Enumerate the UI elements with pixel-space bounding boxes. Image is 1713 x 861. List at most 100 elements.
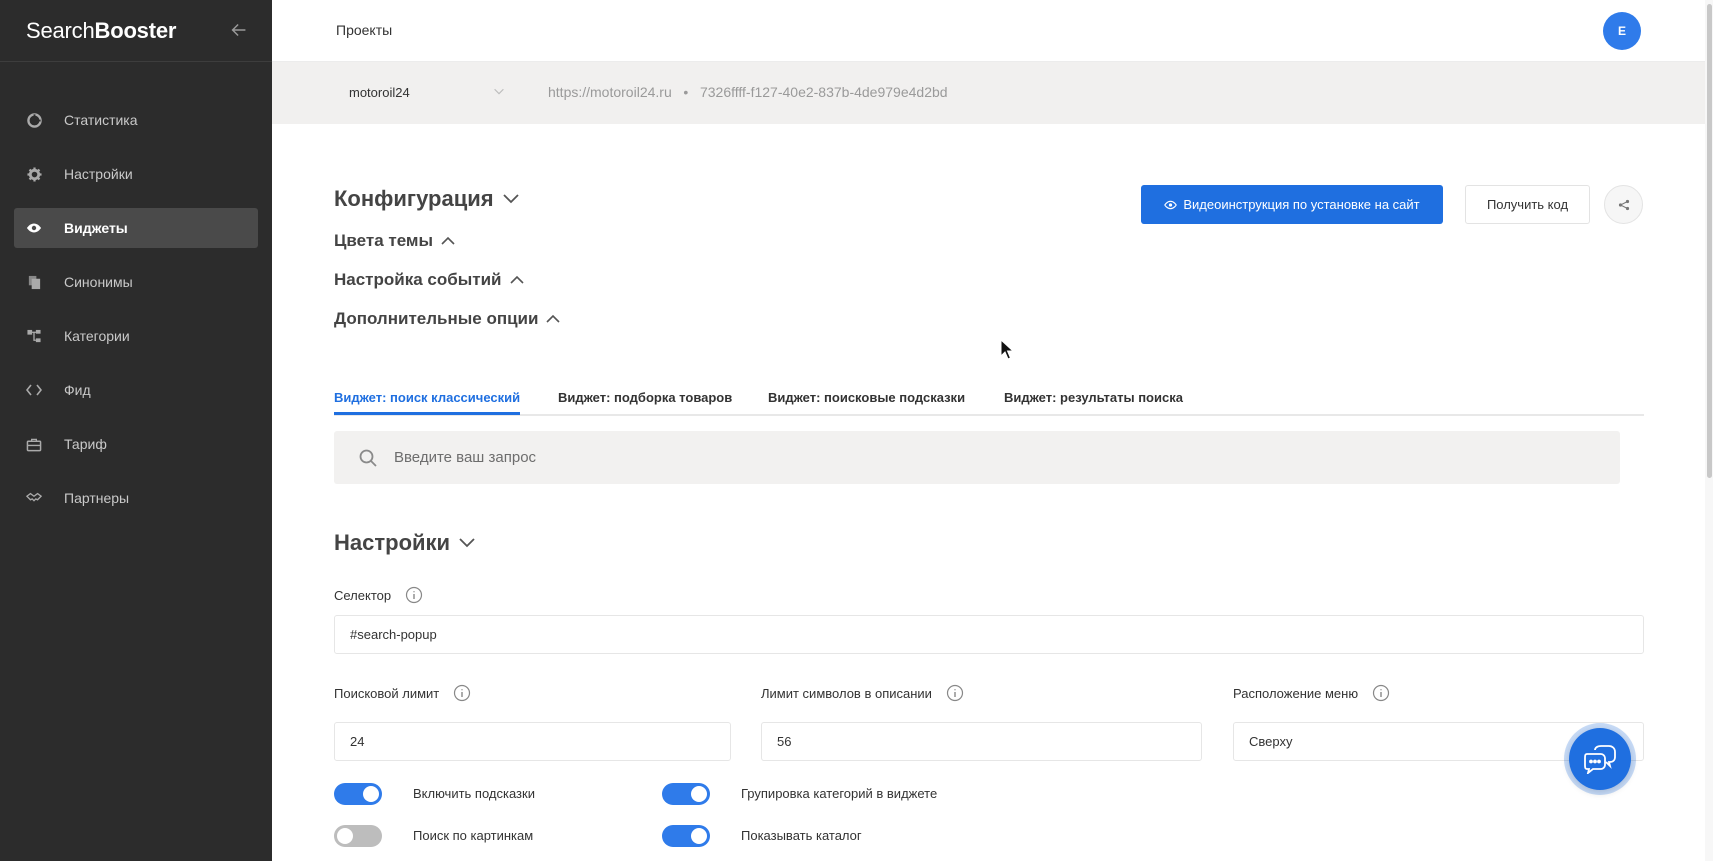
get-code-button[interactable]: Получить код [1465,185,1590,224]
info-icon[interactable] [1372,684,1390,702]
handshake-icon [26,490,42,506]
active-tab-indicator [334,412,520,415]
selector-label: Селектор [334,586,423,604]
brand-logo[interactable]: SearchBooster [26,18,176,44]
search-limit-field[interactable]: 24 [334,722,731,761]
project-url[interactable]: https://motoroil24.ru [548,84,672,100]
toggle-knob [691,786,707,802]
chevron-up-icon [509,275,524,285]
chevron-up-icon [546,314,561,324]
arrow-left-icon[interactable] [228,19,250,41]
sidebar-item-label: Тариф [64,436,107,452]
sidebar-item-statistics[interactable]: Статистика [14,100,258,140]
show-catalog-toggle-label: Показывать каталог [741,828,862,843]
sidebar-item-label: Виджеты [64,220,128,236]
image-search-toggle-label: Поиск по картинкам [413,828,534,843]
theme-colors-text: Цвета темы [334,231,434,250]
sidebar-item-label: Партнеры [64,490,130,506]
eye-icon [26,220,42,236]
copy-icon [26,274,42,290]
settings-title-text: Настройки [334,530,451,555]
chat-bubble-icon [1584,745,1616,774]
search-limit-label-text: Поисковой лимит [334,685,440,701]
chart-pie-icon [26,112,42,128]
sidebar-item-categories[interactable]: Категории [14,316,258,356]
brand-logo-light: Search [26,17,95,43]
code-icon [26,382,42,398]
search-input[interactable] [394,431,1594,484]
info-icon[interactable] [946,684,964,702]
video-instruction-label: Видеоинструкция по установке на сайт [1183,197,1420,212]
extra-options-text: Дополнительные опции [334,309,539,328]
share-button[interactable] [1604,185,1643,224]
search-limit-label: Поисковой лимит [334,684,471,702]
tab-search-results[interactable]: Виджет: результаты поиска [1004,390,1183,405]
suggestions-toggle-label: Включить подсказки [413,786,535,801]
brand-logo-bold: Booster [94,17,177,43]
category-grouping-toggle[interactable] [662,783,710,805]
chevron-up-icon [441,236,455,246]
sidebar-item-label: Синонимы [64,274,133,290]
search-preview [334,431,1620,484]
sidebar-item-tariff[interactable]: Тариф [14,424,258,464]
tab-product-selection[interactable]: Виджет: подборка товаров [558,390,732,405]
sidebar-item-label: Категории [64,328,130,344]
gear-icon [26,166,42,182]
desc-limit-field[interactable]: 56 [761,722,1202,761]
sidebar-item-partners[interactable]: Партнеры [14,478,258,518]
sidebar-item-label: Фид [64,382,91,398]
tree-icon [26,328,42,344]
theme-colors-toggle[interactable]: Цвета темы [334,231,455,251]
sidebar-item-widgets[interactable]: Виджеты [14,208,258,248]
project-bar: motoroil24 https://motoroil24.ru • 7326f… [272,62,1705,124]
sidebar-item-feed[interactable]: Фид [14,370,258,410]
desc-limit-label: Лимит символов в описании [761,684,964,702]
selector-field[interactable]: #search-popup [334,615,1644,654]
toggle-knob [363,786,379,802]
toggle-knob [337,828,353,844]
sidebar: SearchBooster Статистика Настройки Видже… [0,0,272,861]
share-icon [1618,199,1629,210]
extra-options-toggle[interactable]: Дополнительные опции [334,309,561,329]
toggle-knob [691,828,707,844]
info-icon[interactable] [405,586,423,604]
video-instruction-button[interactable]: Видеоинструкция по установке на сайт [1141,185,1443,224]
scrollbar-thumb[interactable] [1707,4,1712,478]
tab-classic-search[interactable]: Виджет: поиск классический [334,390,520,405]
events-settings-toggle[interactable]: Настройка событий [334,270,524,290]
brand-header: SearchBooster [0,0,272,62]
eye-icon [1164,200,1178,210]
chat-button[interactable] [1569,728,1631,790]
sidebar-nav: Статистика Настройки Виджеты Синонимы Ка… [0,62,272,518]
avatar[interactable]: E [1603,12,1641,50]
info-icon[interactable] [453,684,471,702]
separator-dot: • [683,84,689,100]
configuration-title-text: Конфигурация [334,186,494,211]
show-catalog-toggle[interactable] [662,825,710,847]
project-select[interactable]: motoroil24 [349,85,410,100]
top-header: Проекты E [272,0,1713,62]
chevron-down-icon[interactable] [492,84,506,98]
configuration-title[interactable]: Конфигурация [334,186,520,212]
image-search-toggle[interactable] [334,825,382,847]
menu-position-label: Расположение меню [1233,684,1390,702]
sidebar-item-label: Настройки [64,166,133,182]
chevron-down-icon [502,193,520,205]
project-info: https://motoroil24.ru • 7326ffff-f127-40… [548,84,948,100]
search-icon [359,449,377,467]
chevron-down-icon [458,537,476,549]
events-settings-text: Настройка событий [334,270,502,289]
briefcase-icon [26,436,42,452]
settings-title[interactable]: Настройки [334,530,476,556]
menu-position-label-text: Расположение меню [1233,685,1359,701]
suggestions-toggle[interactable] [334,783,382,805]
project-id: 7326ffff-f127-40e2-837b-4de979e4d2bd [699,84,948,100]
breadcrumb[interactable]: Проекты [336,22,392,38]
category-grouping-toggle-label: Групировка категорий в виджете [741,786,938,801]
widget-tabs: Виджет: поиск классический Виджет: подбо… [334,385,1644,416]
sidebar-item-settings[interactable]: Настройки [14,154,258,194]
desc-limit-label-text: Лимит символов в описании [761,685,932,701]
selector-label-text: Селектор [334,587,392,603]
tab-search-suggestions[interactable]: Виджет: поисковые подсказки [768,390,965,405]
sidebar-item-synonyms[interactable]: Синонимы [14,262,258,302]
